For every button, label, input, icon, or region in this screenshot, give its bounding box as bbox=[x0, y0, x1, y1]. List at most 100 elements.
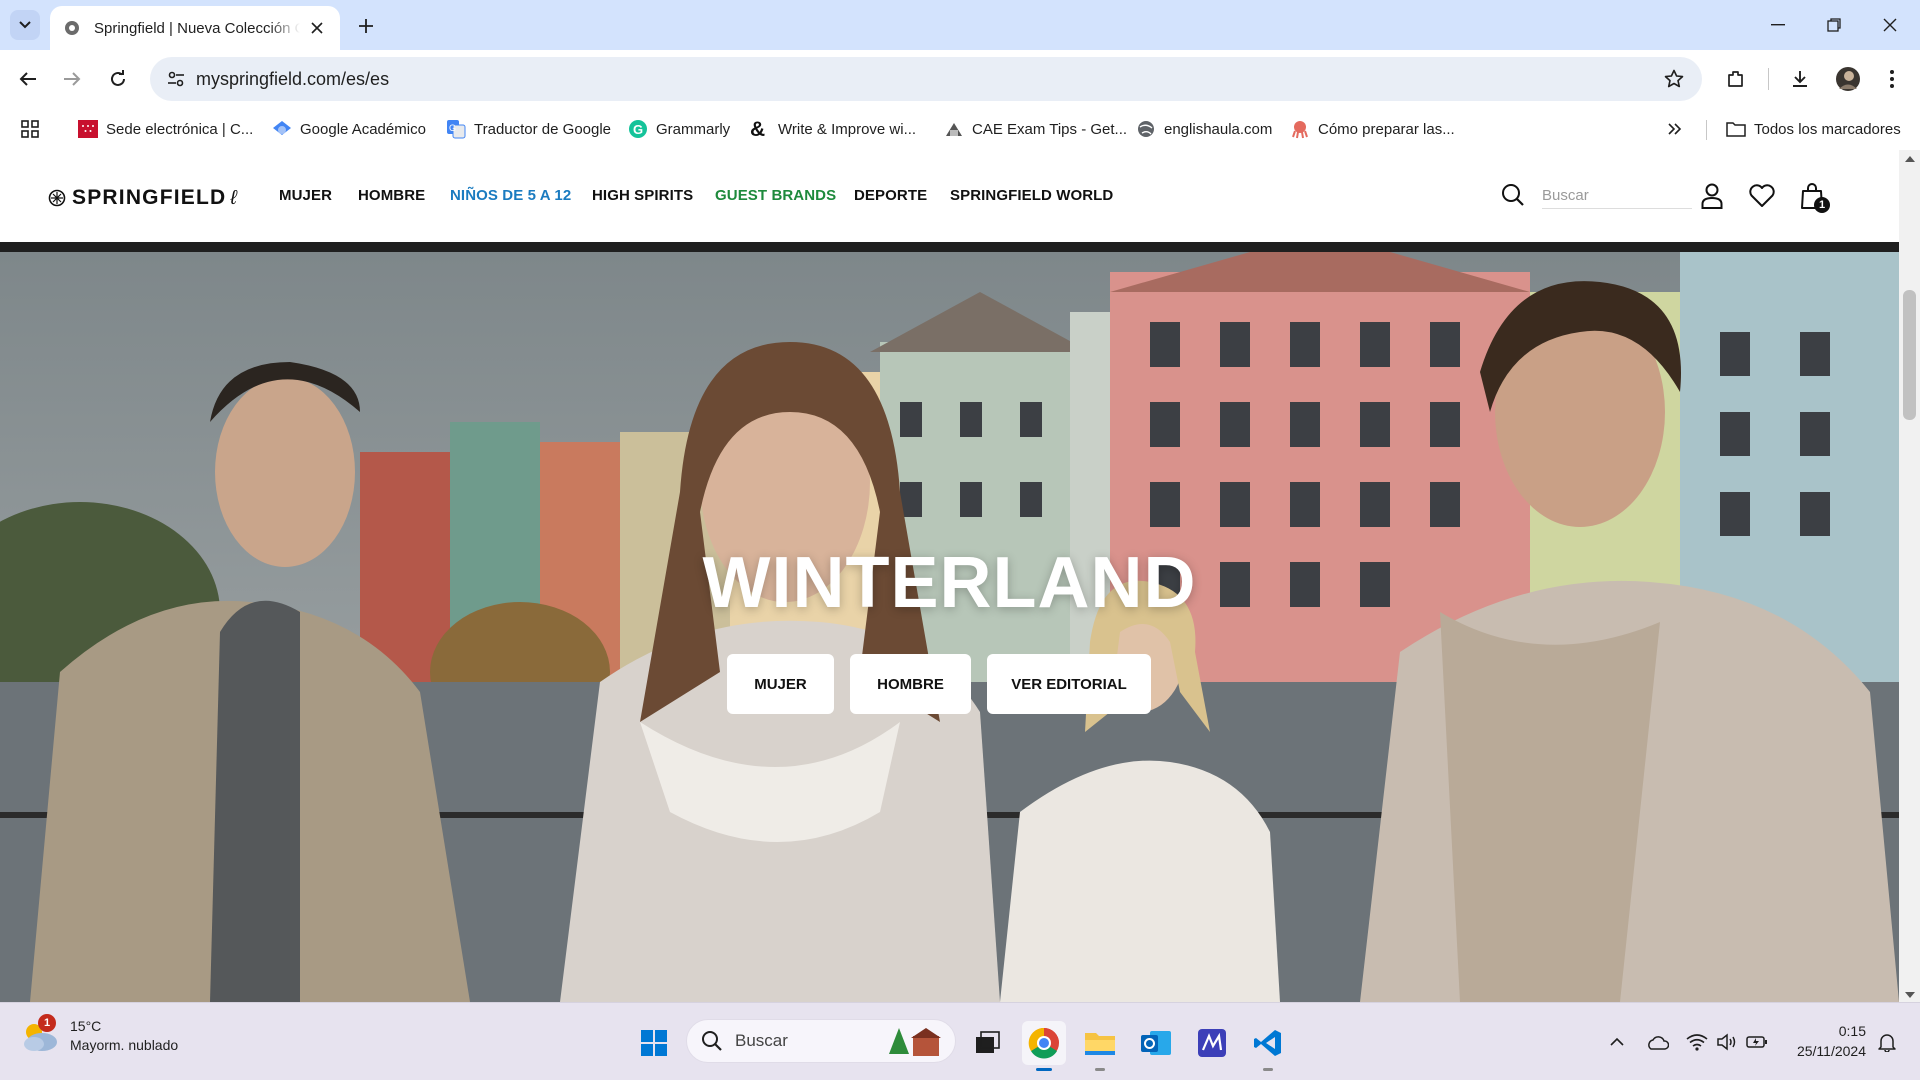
download-icon[interactable] bbox=[1786, 65, 1814, 93]
scroll-thumb[interactable] bbox=[1903, 290, 1916, 420]
weather-widget[interactable]: 1 15°C Mayorm. nublado bbox=[20, 1014, 178, 1055]
tab-strip: Springfield | Nueva Colección Online bbox=[0, 0, 1920, 50]
url-text[interactable]: myspringfield.com/es/es bbox=[196, 69, 389, 90]
logo-text: SPRINGFIELD bbox=[72, 186, 227, 209]
browser-toolbar: myspringfield.com/es/es bbox=[0, 50, 1920, 108]
bookmark-label: Grammarly bbox=[656, 120, 731, 138]
logo-swoosh-icon: ℓ bbox=[230, 186, 239, 209]
show-hidden-icons-chevron-icon[interactable] bbox=[1604, 1029, 1630, 1055]
wifi-icon[interactable] bbox=[1684, 1029, 1710, 1055]
hero-mujer-button[interactable]: MUJER bbox=[727, 654, 834, 714]
nav-hombre[interactable]: HOMBRE bbox=[358, 187, 425, 204]
ampersand-icon: & bbox=[750, 119, 770, 139]
reload-icon[interactable] bbox=[104, 65, 132, 93]
more-bookmarks-icon[interactable] bbox=[1668, 116, 1682, 142]
windows-start-icon[interactable] bbox=[632, 1021, 676, 1065]
close-tab-icon[interactable] bbox=[306, 17, 328, 39]
bookmark-item[interactable]: G Grammarly bbox=[628, 116, 730, 142]
scholar-icon bbox=[272, 119, 292, 139]
weather-temperature: 15°C bbox=[70, 1018, 102, 1034]
notification-bell-icon[interactable] bbox=[1874, 1029, 1900, 1055]
grammarly-icon: G bbox=[628, 119, 648, 139]
bookmark-item[interactable]: CAE Exam Tips - Get... bbox=[944, 116, 1127, 142]
outlook-icon[interactable] bbox=[1134, 1021, 1178, 1065]
new-tab-icon[interactable] bbox=[352, 12, 380, 40]
nav-deporte[interactable]: DEPORTE bbox=[854, 187, 927, 204]
address-bar[interactable]: myspringfield.com/es/es bbox=[150, 57, 1702, 101]
site-info-icon[interactable] bbox=[164, 67, 188, 91]
bookmark-item[interactable]: & Write & Improve wi... bbox=[750, 116, 916, 142]
bookmark-label: englishaula.com bbox=[1164, 120, 1273, 138]
extensions-icon[interactable] bbox=[1722, 65, 1750, 93]
minimize-icon[interactable] bbox=[1750, 0, 1806, 50]
globe-icon bbox=[1136, 119, 1156, 139]
chrome-taskbar-icon[interactable] bbox=[1022, 1021, 1066, 1071]
tab-search-button[interactable] bbox=[10, 10, 40, 40]
bookmark-star-icon[interactable] bbox=[1662, 67, 1686, 91]
bookmark-item[interactable]: Cómo preparar las... bbox=[1290, 116, 1455, 142]
weather-alert-badge: 1 bbox=[38, 1014, 56, 1032]
apps-grid-icon[interactable] bbox=[20, 116, 40, 142]
scroll-up-arrow-icon[interactable] bbox=[1905, 156, 1915, 162]
menu-kebab-icon[interactable] bbox=[1878, 65, 1906, 93]
octopus-icon bbox=[1290, 119, 1310, 139]
svg-text:G: G bbox=[449, 123, 456, 133]
bookmark-label: Write & Improve wi... bbox=[778, 120, 917, 138]
system-clock[interactable]: 0:15 25/11/2024 bbox=[1780, 1021, 1866, 1061]
svg-text:G: G bbox=[633, 122, 643, 137]
profile-avatar[interactable] bbox=[1834, 65, 1862, 93]
taskbar-search-box[interactable]: Buscar bbox=[686, 1019, 956, 1063]
clock-time: 0:15 bbox=[1838, 1023, 1866, 1039]
all-bookmarks-label: Todos los marcadores bbox=[1754, 120, 1901, 138]
restore-icon[interactable] bbox=[1806, 0, 1862, 50]
springfield-logo[interactable]: SPRINGFIELD ℓ bbox=[48, 186, 238, 210]
forward-icon[interactable] bbox=[58, 65, 86, 93]
scroll-down-arrow-icon[interactable] bbox=[1905, 992, 1915, 998]
cart-bag-icon[interactable]: 1 bbox=[1796, 180, 1830, 213]
vscode-icon[interactable] bbox=[1246, 1021, 1290, 1071]
bookmark-label: Traductor de Google bbox=[474, 120, 612, 138]
hero-banner[interactable]: WINTERLAND MUJER HOMBRE VER EDITORIAL bbox=[0, 252, 1899, 1002]
tab-title: Springfield | Nueva Colección Online bbox=[94, 19, 300, 37]
bookmark-item[interactable]: Google Académico bbox=[272, 116, 426, 142]
close-window-icon[interactable] bbox=[1862, 0, 1918, 50]
taskbar-search-label: Buscar bbox=[735, 1031, 788, 1050]
cart-count-badge: 1 bbox=[1814, 197, 1830, 213]
clock-date: 25/11/2024 bbox=[1796, 1043, 1866, 1059]
madrid-flag-icon bbox=[78, 119, 98, 139]
nav-high-spirits[interactable]: HIGH SPIRITS bbox=[592, 187, 693, 204]
bookmark-label: Sede electrónica | C... bbox=[106, 120, 254, 138]
bookmark-item[interactable]: G Traductor de Google bbox=[446, 116, 611, 142]
hero-ver-editorial-button[interactable]: VER EDITORIAL bbox=[987, 654, 1151, 714]
nav-guest-brands[interactable]: GUEST BRANDS bbox=[715, 187, 836, 204]
task-view-icon[interactable] bbox=[966, 1021, 1010, 1065]
cloudy-weather-icon: 1 bbox=[20, 1014, 60, 1054]
bookmark-item[interactable]: Sede electrónica | C... bbox=[78, 116, 253, 142]
search-icon[interactable] bbox=[1498, 180, 1528, 210]
page-scrollbar[interactable] bbox=[1899, 150, 1920, 1002]
account-icon[interactable] bbox=[1696, 180, 1728, 212]
bookmarks-divider bbox=[1706, 120, 1707, 140]
nav-ninos[interactable]: NIÑOS DE 5 A 12 bbox=[450, 187, 571, 204]
svg-text:&: & bbox=[750, 119, 765, 139]
bookmark-item[interactable]: englishaula.com bbox=[1136, 116, 1272, 142]
wishlist-heart-icon[interactable] bbox=[1746, 180, 1778, 212]
tab-springfield[interactable]: Springfield | Nueva Colección Online bbox=[50, 6, 340, 50]
search-icon bbox=[702, 1031, 722, 1051]
header-divider-bar bbox=[0, 242, 1899, 252]
battery-icon[interactable] bbox=[1744, 1029, 1770, 1055]
all-bookmarks-folder[interactable]: Todos los marcadores bbox=[1726, 116, 1901, 142]
back-icon[interactable] bbox=[14, 65, 42, 93]
bookmark-label: Cómo preparar las... bbox=[1318, 120, 1455, 138]
onedrive-cloud-icon[interactable] bbox=[1644, 1029, 1670, 1055]
file-explorer-icon[interactable] bbox=[1078, 1021, 1122, 1071]
nav-mujer[interactable]: MUJER bbox=[279, 187, 332, 204]
volume-icon[interactable] bbox=[1714, 1029, 1740, 1055]
hero-hombre-button[interactable]: HOMBRE bbox=[850, 654, 971, 714]
whiteboard-app-icon[interactable] bbox=[1190, 1021, 1234, 1065]
translate-icon: G bbox=[446, 119, 466, 139]
bookmark-label: CAE Exam Tips - Get... bbox=[972, 120, 1128, 138]
web-page: SPRINGFIELD ℓ MUJER HOMBRE NIÑOS DE 5 A … bbox=[0, 150, 1899, 1002]
nav-springfield-world[interactable]: SPRINGFIELD WORLD bbox=[950, 187, 1113, 204]
search-input[interactable] bbox=[1542, 183, 1692, 209]
